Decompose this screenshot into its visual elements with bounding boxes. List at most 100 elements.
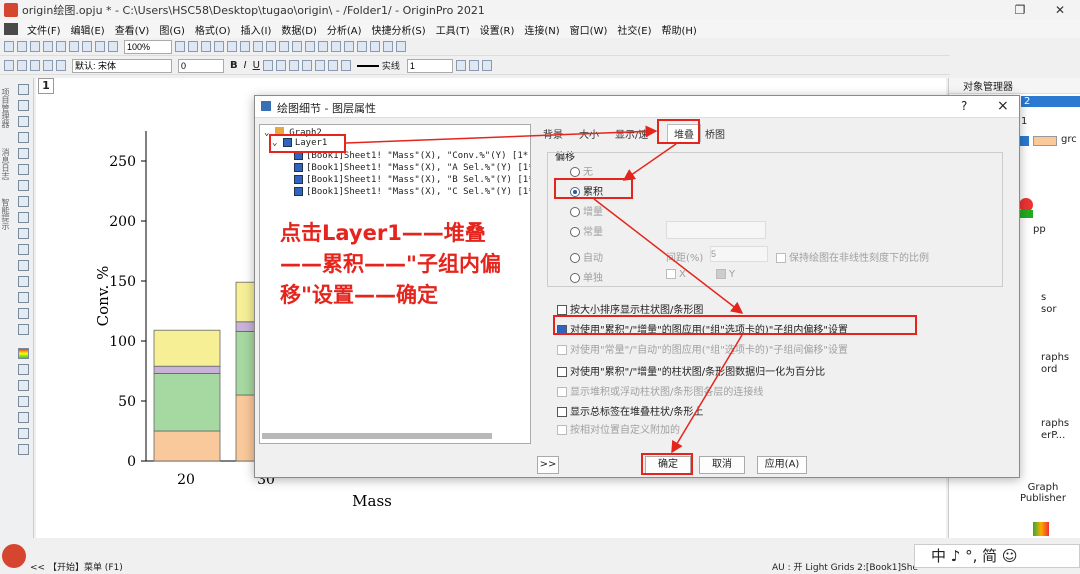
- font-icon[interactable]: [56, 60, 66, 71]
- rectangle-tool-icon[interactable]: [18, 260, 29, 271]
- data-reader-icon[interactable]: [18, 148, 29, 159]
- offset-none-radio[interactable]: 无: [570, 163, 593, 178]
- menu-data[interactable]: 数据(D): [276, 22, 322, 37]
- individual-x-checkbox[interactable]: X: [666, 269, 686, 280]
- cancel-button[interactable]: 取消: [699, 456, 745, 474]
- layer-contents-icon[interactable]: [30, 60, 40, 71]
- apply-button[interactable]: 应用(A): [757, 456, 807, 474]
- start-orb-icon[interactable]: [2, 544, 26, 568]
- pointer-tool-icon[interactable]: [18, 84, 29, 95]
- tree-plot-row[interactable]: [Book1]Sheet1! "Mass"(X), "C Sel.%"(Y) […: [294, 187, 530, 197]
- normalize-percent-checkbox[interactable]: 对使用"累积"/"增量"的柱状图/条形图数据归一化为百分比: [557, 363, 825, 378]
- screen-reader-icon[interactable]: [18, 132, 29, 143]
- apply-intergroup-offset-checkbox[interactable]: 对使用"常量"/"自动"的图应用("组"选项卡的)"子组间偏移"设置: [557, 341, 848, 356]
- offset-incremental-radio[interactable]: 增量: [570, 203, 603, 218]
- symbol-size-icon[interactable]: [468, 60, 479, 71]
- subscript-icon[interactable]: [275, 60, 286, 71]
- line-color-icon[interactable]: [340, 60, 351, 71]
- region-tool-icon[interactable]: [18, 308, 29, 319]
- date-time-icon[interactable]: [18, 428, 29, 439]
- app-graphs2-label[interactable]: raphs: [1041, 418, 1069, 429]
- zoom-in-icon[interactable]: [175, 41, 185, 52]
- tab-waterfall[interactable]: 桥图: [705, 126, 725, 141]
- copy-icon[interactable]: [95, 41, 105, 52]
- dialog-help-button[interactable]: ?: [961, 99, 967, 113]
- object-manager-layer-item[interactable]: 1: [1021, 116, 1027, 127]
- worksheet-query-icon[interactable]: [43, 60, 53, 71]
- circle-tool-icon[interactable]: [18, 276, 29, 287]
- command-window-icon[interactable]: [266, 41, 276, 52]
- scale-bar-icon[interactable]: [18, 396, 29, 407]
- symbol-icon[interactable]: [455, 60, 466, 71]
- data-selector-icon[interactable]: [18, 164, 29, 175]
- menu-window[interactable]: 窗口(W): [565, 22, 613, 37]
- app-ord-label[interactable]: ord: [1041, 364, 1057, 375]
- zoom-tool-icon[interactable]: [18, 100, 29, 111]
- code-builder-icon[interactable]: [253, 41, 263, 52]
- region-mask-icon[interactable]: [18, 180, 29, 191]
- offset-auto-radio[interactable]: 自动: [570, 249, 603, 264]
- refresh-icon[interactable]: [108, 41, 118, 52]
- pattern-icon[interactable]: [327, 60, 338, 71]
- legend-tool-icon[interactable]: [18, 364, 29, 375]
- superscript-icon[interactable]: [262, 60, 273, 71]
- menu-social[interactable]: 社交(E): [612, 22, 656, 37]
- filter-icon[interactable]: [344, 41, 354, 52]
- save-icon[interactable]: [56, 41, 66, 52]
- app-label[interactable]: pp: [1033, 224, 1046, 235]
- restore-button[interactable]: ❐: [1000, 0, 1040, 20]
- tab-size[interactable]: 大小: [579, 126, 599, 141]
- close-window-button[interactable]: ✕: [1040, 0, 1080, 20]
- tree-plot-row[interactable]: [Book1]Sheet1! "Mass"(X), "B Sel.%"(Y) […: [294, 175, 530, 185]
- font-color-icon[interactable]: [301, 60, 312, 71]
- menu-settings[interactable]: 设置(R): [475, 22, 520, 37]
- object-manager-graph-item[interactable]: 2: [1021, 96, 1080, 107]
- connect-icon[interactable]: [481, 60, 492, 71]
- text-tool-icon[interactable]: [18, 212, 29, 223]
- app-sor-label[interactable]: sor: [1041, 304, 1056, 315]
- project-explorer-tab[interactable]: 项目管理器: [1, 88, 11, 128]
- graph-template-icon[interactable]: [17, 60, 27, 71]
- set-xy-icon[interactable]: [305, 41, 315, 52]
- sort-icon[interactable]: [331, 41, 341, 52]
- zoom-out-icon[interactable]: [188, 41, 198, 52]
- font-size-select[interactable]: [178, 58, 224, 73]
- menu-format[interactable]: 格式(O): [190, 22, 236, 37]
- offset-individual-radio[interactable]: 单独: [570, 269, 603, 284]
- tree-plot-row[interactable]: [Book1]Sheet1! "Mass"(X), "A Sel.%"(Y) […: [294, 163, 530, 173]
- sort-by-size-checkbox[interactable]: 按大小排序显示柱状图/条形图: [557, 301, 703, 316]
- menu-file[interactable]: 文件(F): [22, 22, 66, 37]
- results-log-icon[interactable]: [240, 41, 250, 52]
- fill-color-icon[interactable]: [314, 60, 325, 71]
- app-graphs-label[interactable]: raphs: [1041, 352, 1069, 363]
- align-right-icon[interactable]: [383, 41, 393, 52]
- menu-connect[interactable]: 连接(N): [519, 22, 564, 37]
- app-s-label[interactable]: s: [1041, 292, 1046, 303]
- show-total-label-checkbox[interactable]: 显示总标签在堆叠柱状/条形上: [557, 403, 703, 418]
- new-project-icon[interactable]: [4, 41, 14, 52]
- statistics-icon[interactable]: [318, 41, 328, 52]
- graph-publisher-label[interactable]: Graph Publisher: [1005, 482, 1080, 504]
- line-style-select[interactable]: 实线: [382, 59, 400, 72]
- tab-display[interactable]: 显示/速: [615, 126, 648, 141]
- tree-scrollbar[interactable]: [262, 433, 492, 439]
- import-icon[interactable]: [69, 41, 79, 52]
- menu-view[interactable]: 查看(V): [110, 22, 155, 37]
- freehand-tool-icon[interactable]: [18, 324, 29, 335]
- color-scale-icon[interactable]: [18, 380, 29, 391]
- greek-icon[interactable]: [288, 60, 299, 71]
- plot-icon[interactable]: [4, 60, 14, 71]
- keep-ratio-checkbox[interactable]: 保持绘图在非线性刻度下的比例: [776, 249, 929, 264]
- hints-tab[interactable]: 智能提示: [1, 198, 11, 230]
- column-icon[interactable]: [292, 41, 302, 52]
- print-icon[interactable]: [82, 41, 92, 52]
- constant-value-field[interactable]: [666, 221, 766, 239]
- app-erp-label[interactable]: erP...: [1041, 430, 1065, 441]
- line-width-select[interactable]: [406, 58, 453, 73]
- menu-tools[interactable]: 工具(T): [431, 22, 475, 37]
- table-tool-icon[interactable]: [18, 444, 29, 455]
- app-chart-icon[interactable]: [1033, 522, 1049, 536]
- menu-edit[interactable]: 编辑(E): [66, 22, 110, 37]
- line-tool-icon[interactable]: [18, 244, 29, 255]
- gap-field[interactable]: [710, 246, 768, 262]
